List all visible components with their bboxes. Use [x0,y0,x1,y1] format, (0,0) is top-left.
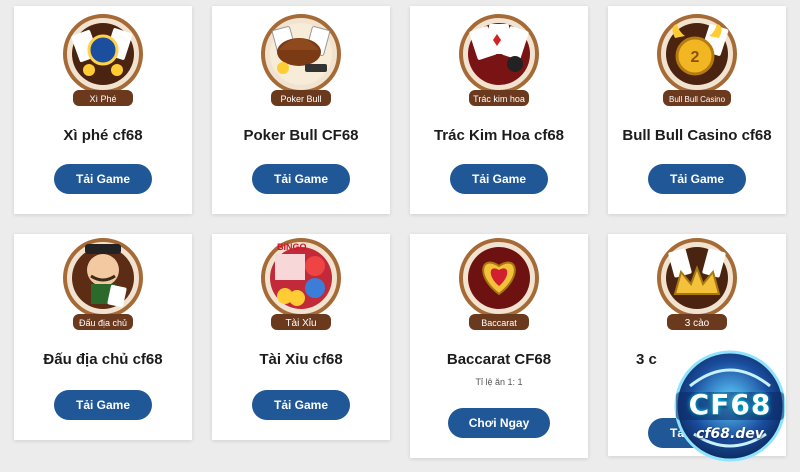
dau-dia-chu-badge: Đấu địa chủ [79,318,127,328]
logo-url: cf68.dev [696,426,764,442]
baccarat-thumbnail[interactable]: Baccarat [447,236,551,332]
game-title: Tài Xỉu cf68 [259,351,343,368]
poker-bull-badge: Poker Bull [280,94,321,104]
bingo-label: BINGO [277,242,307,252]
game-title: Poker Bull CF68 [243,127,359,144]
baccarat-badge: Baccarat [481,318,517,328]
3-cao-badge: 3 cào [685,318,710,329]
play-now-button[interactable]: Chơi Ngay [448,408,550,438]
download-button[interactable]: Tải Game [450,164,548,194]
download-button[interactable]: Tải Game [252,164,350,194]
game-card-baccarat: Baccarat Baccarat CF68 Tỉ lệ ăn 1: 1 Chơ… [410,234,588,458]
xi-phe-thumbnail[interactable]: Xì Phé [51,12,155,108]
game-card-poker-bull: Poker Bull Poker Bull CF68 Tải Game [212,6,390,214]
game-card-tai-xiu: BINGO Tài Xỉu Tài Xỉu cf68 Tải Game [212,234,390,440]
game-card-dau-dia-chu: Đấu địa chủ Đấu địa chủ cf68 Tải Game [14,234,192,440]
logo-brand: CF68 [688,388,772,421]
poker-bull-thumbnail[interactable]: Poker Bull [249,12,353,108]
dau-dia-chu-thumbnail[interactable]: Đấu địa chủ [51,236,155,332]
bull-bull-casino-thumbnail[interactable]: 2 Bull Bull Casino [645,12,749,108]
xi-phe-badge: Xì Phé [89,94,116,104]
game-card-trac-kim-hoa: Trác kim hoa Trác Kim Hoa cf68 Tải Game [410,6,588,214]
game-card-xi-phe: Xì Phé Xì phé cf68 Tải Game [14,6,192,214]
trac-kim-hoa-badge: Trác kim hoa [473,94,525,104]
3-cao-thumbnail[interactable]: 3 cào [645,236,749,332]
bull-bull-casino-badge: Bull Bull Casino [669,95,726,104]
svg-text:2: 2 [691,49,700,66]
game-title: Baccarat CF68 [446,351,552,368]
trac-kim-hoa-thumbnail[interactable]: Trác kim hoa [447,12,551,108]
game-title: Xì phé cf68 [63,127,143,144]
cf68-logo: CF68 cf68.dev [668,350,792,468]
game-title: Đấu địa chủ cf68 [43,351,163,368]
game-card-bull-bull-casino: 2 Bull Bull Casino Bull Bull Casino cf68… [608,6,786,214]
tai-xiu-thumbnail[interactable]: BINGO Tài Xỉu [249,236,353,332]
download-button[interactable]: Tải Game [54,164,152,194]
download-button[interactable]: Tải Game [648,164,746,194]
game-title: Trác Kim Hoa cf68 [433,127,565,144]
tai-xiu-badge: Tài Xỉu [285,317,316,329]
download-button[interactable]: Tải Game [54,390,152,420]
payout-ratio: Tỉ lệ ăn 1: 1 [475,377,523,387]
game-title: Bull Bull Casino cf68 [622,127,772,144]
download-button[interactable]: Tải Game [252,390,350,420]
